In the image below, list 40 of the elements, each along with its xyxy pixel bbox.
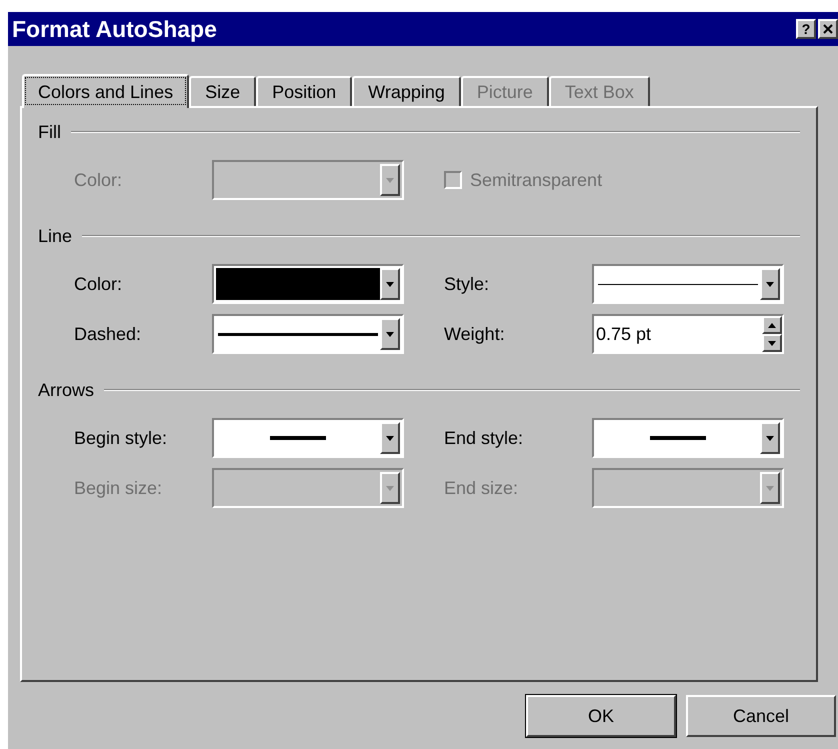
section-heading: Arrows xyxy=(38,378,94,402)
line-preview xyxy=(650,436,706,440)
dropdown-arrow-icon xyxy=(386,436,394,440)
dropdown-field[interactable] xyxy=(212,264,404,304)
field-label: Color: xyxy=(74,274,122,294)
tab[interactable]: Colors and Lines xyxy=(22,74,190,108)
dropdown-arrow-icon xyxy=(386,486,394,490)
spin-arrows-icon[interactable] xyxy=(762,316,782,352)
dropdown-field[interactable] xyxy=(592,264,784,304)
help-button[interactable]: ? xyxy=(796,19,816,39)
field-label: Style: xyxy=(444,274,490,294)
spin-field[interactable]: 0.75 pt xyxy=(592,314,784,354)
dropdown-field[interactable] xyxy=(212,418,404,458)
close-button[interactable] xyxy=(818,19,838,39)
field-label: Dashed: xyxy=(74,324,142,344)
dropdown-arrow-icon xyxy=(766,486,774,490)
field-label: Begin size: xyxy=(74,478,162,498)
tab[interactable]: Position xyxy=(256,76,352,106)
dropdown-arrow-icon xyxy=(766,282,774,286)
tab[interactable]: Wrapping xyxy=(352,76,461,106)
field-label: End style: xyxy=(444,428,524,448)
dropdown-arrow-icon xyxy=(386,178,394,182)
dialog-button[interactable]: OK xyxy=(526,695,676,737)
tab[interactable]: Size xyxy=(189,76,256,106)
dropdown-field[interactable] xyxy=(212,314,404,354)
dropdown-arrow-icon xyxy=(386,282,394,286)
section-heading: Line xyxy=(38,224,72,248)
field-label: Weight: xyxy=(444,324,505,344)
field-label: End size: xyxy=(444,478,518,498)
dialog-button[interactable]: Cancel xyxy=(686,695,836,737)
dropdown-arrow-icon xyxy=(766,436,774,440)
dropdown-arrow-icon xyxy=(386,332,394,336)
dropdown-field[interactable] xyxy=(592,418,784,458)
field-label: Semitransparent xyxy=(470,168,602,192)
close-icon xyxy=(823,24,833,34)
field-label: Begin style: xyxy=(74,428,168,448)
line-preview xyxy=(270,436,326,440)
window-title: Format AutoShape xyxy=(12,14,217,44)
field-label: Color: xyxy=(74,170,122,190)
section-heading: Fill xyxy=(38,120,61,144)
